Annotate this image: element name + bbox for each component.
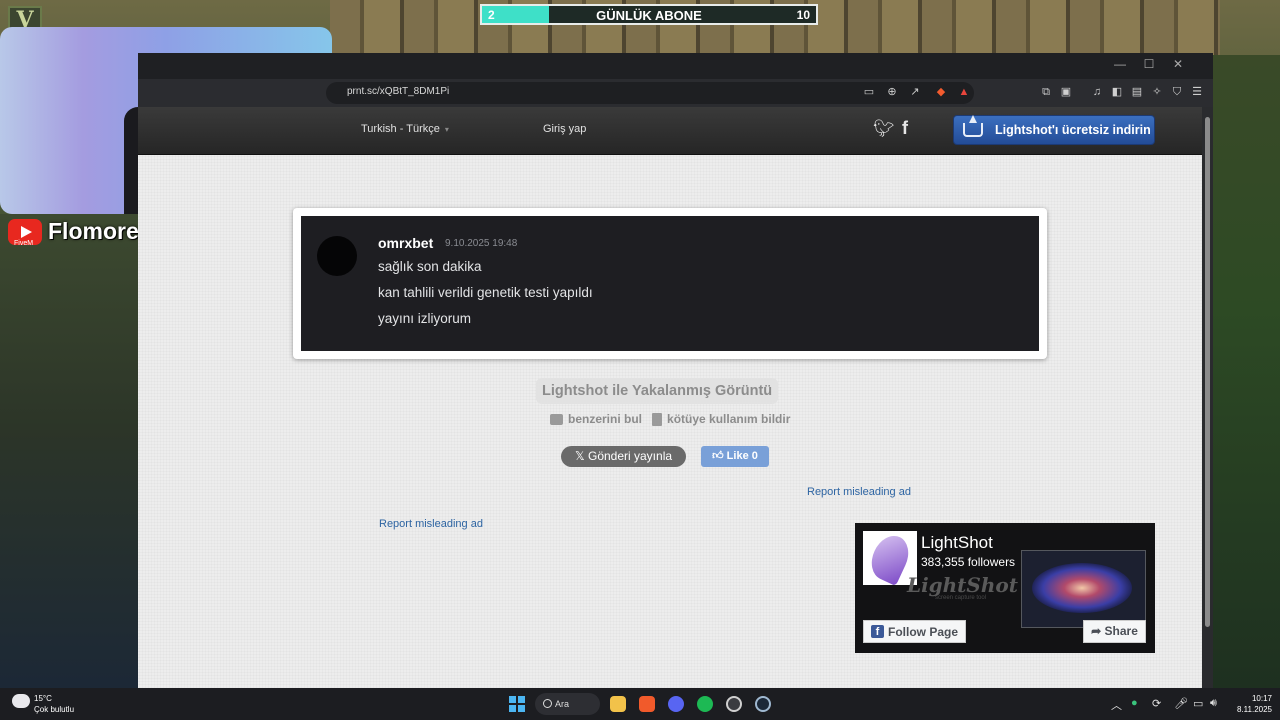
- network-icon[interactable]: ▭: [1193, 697, 1203, 710]
- like-count: 0: [751, 450, 758, 462]
- cast-icon[interactable]: ▭: [861, 85, 877, 99]
- channel-name: Flomore: [48, 218, 139, 244]
- follow-page-button[interactable]: f Follow Page: [863, 620, 966, 643]
- message-username: omrxbet: [378, 235, 434, 251]
- chevron-down-icon: ▾: [444, 125, 449, 134]
- message-timestamp: 9.10.2025 19:48: [445, 238, 518, 249]
- close-icon[interactable]: ✕: [1168, 57, 1188, 71]
- image-caption: Lightshot ile Yakalanmış Görüntü: [536, 378, 779, 404]
- app-icon[interactable]: [726, 696, 742, 712]
- download-button[interactable]: Lightshot'ı ücretsiz indirin: [953, 115, 1155, 145]
- share-arrow-icon: ➦: [1091, 624, 1105, 638]
- login-link[interactable]: Giriş yap: [543, 123, 586, 135]
- vpn-icon[interactable]: ⛉: [1169, 85, 1185, 99]
- message-line: yayını izliyorum: [378, 311, 472, 326]
- report-ad-link[interactable]: Report misleading ad: [807, 486, 911, 498]
- x-icon: 𝕏: [574, 449, 588, 463]
- facebook-icon[interactable]: f: [902, 118, 908, 139]
- extensions-icon[interactable]: ⧉: [1038, 85, 1054, 99]
- menu-icon[interactable]: ☰: [1189, 85, 1205, 99]
- thumbs-up-icon: 👍︎: [712, 450, 727, 462]
- windows-start-icon[interactable]: [509, 696, 525, 712]
- sidebar-icon[interactable]: ◧: [1109, 85, 1125, 99]
- site-header: Turkish - Türkçe ▾ Giriş yap 🐦︎ f Lightsh…: [138, 107, 1202, 155]
- facebook-icon: f: [871, 625, 884, 638]
- volume-icon[interactable]: 🔊︎: [1210, 697, 1217, 710]
- report-abuse-link[interactable]: kötüye kullanım bildir: [667, 412, 790, 426]
- fb-followers: 383,355 followers: [921, 555, 1016, 569]
- report-icon: [652, 412, 663, 426]
- clock-time[interactable]: 10:17: [1232, 694, 1272, 703]
- screenshot-frame: omrxbet 9.10.2025 19:48 sağlık son dakik…: [293, 208, 1047, 359]
- avatar: [317, 236, 357, 276]
- fb-brand-tagline: screen capture tool: [935, 595, 987, 601]
- file-explorer-icon[interactable]: [610, 696, 626, 712]
- language-label: Turkish - Türkçe: [361, 123, 440, 135]
- report-ad-link[interactable]: Report misleading ad: [379, 518, 483, 530]
- taskbar: 15°C Çok bulutlu Ara ︿ ● ⟳ 🎤︎ ▭ 🔊︎ 10:17…: [0, 688, 1280, 720]
- brave-rewards-icon[interactable]: ▲: [956, 85, 972, 99]
- camera-icon: [550, 413, 563, 425]
- fb-cover-preview: [1021, 550, 1146, 628]
- search-icon: [543, 699, 552, 708]
- page-content: omrxbet 9.10.2025 19:48 sağlık son dakik…: [138, 155, 1202, 689]
- sync-icon[interactable]: ⟳: [1152, 697, 1161, 710]
- music-icon[interactable]: ♫: [1089, 85, 1105, 99]
- scrollbar[interactable]: [1202, 107, 1213, 689]
- subscriber-goal-bar: 2 GÜNLÜK ABONE 10: [480, 4, 818, 25]
- browser-window: — ☐ ✕ prnt.sc/xQBtT_8DM1Pi ▭ ⊕ ↗ ◆ ▲ ⧉ ▣…: [138, 53, 1213, 689]
- follow-label: Follow Page: [888, 624, 959, 639]
- scroll-thumb[interactable]: [1205, 117, 1210, 627]
- minimize-icon[interactable]: —: [1110, 57, 1130, 71]
- language-select[interactable]: Turkish - Türkçe ▾: [361, 123, 449, 135]
- leo-ai-icon[interactable]: ✧: [1149, 85, 1165, 99]
- share-label: Share: [1104, 624, 1138, 638]
- discord-icon[interactable]: [668, 696, 684, 712]
- like-button[interactable]: 👍︎ Like 0: [701, 446, 769, 467]
- image-actions: benzerini bul kötüye kullanım bildir: [550, 412, 790, 426]
- taskbar-search[interactable]: Ara: [535, 693, 600, 715]
- screenshot-ext-icon[interactable]: ▣: [1058, 85, 1074, 99]
- download-icon: [963, 115, 983, 137]
- weather-temperature[interactable]: 15°C: [34, 694, 52, 703]
- brave-browser-icon[interactable]: [639, 696, 655, 712]
- maximize-icon[interactable]: ☐: [1139, 57, 1159, 71]
- wallet-icon[interactable]: ▤: [1129, 85, 1145, 99]
- weather-description[interactable]: Çok bulutlu: [34, 705, 74, 714]
- subscriber-goal-title: GÜNLÜK ABONE: [596, 8, 702, 23]
- game-scene-left: [0, 214, 138, 688]
- twitter-icon[interactable]: 🐦︎: [873, 119, 895, 139]
- game-scene-right: [1212, 55, 1280, 688]
- url-text[interactable]: prnt.sc/xQBtT_8DM1Pi: [347, 86, 449, 97]
- zoom-icon[interactable]: ⊕: [884, 85, 900, 99]
- message-line: kan tahlili verildi genetik testi yapıld…: [378, 285, 593, 300]
- fb-brand-logo: LightShot: [907, 573, 1018, 597]
- search-label: Ara: [555, 699, 570, 709]
- share-icon[interactable]: ↗: [907, 85, 923, 99]
- message-line: sağlık son dakika: [378, 259, 482, 274]
- tweet-button[interactable]: 𝕏 Gönderi yayınla: [561, 446, 686, 467]
- cloud-icon[interactable]: [12, 694, 30, 708]
- subscriber-target: 10: [796, 8, 810, 22]
- share-button[interactable]: ➦ Share: [1083, 620, 1146, 643]
- find-similar-link[interactable]: benzerini bul: [568, 412, 642, 426]
- app-tray-icon[interactable]: ●: [1131, 697, 1138, 709]
- channel-subtitle: FiveM: [14, 240, 34, 247]
- download-label: Lightshot'ı ücretsiz indirin: [995, 123, 1151, 137]
- screenshot-image[interactable]: omrxbet 9.10.2025 19:48 sağlık son dakik…: [301, 216, 1039, 351]
- clock-date[interactable]: 8.11.2025: [1232, 705, 1272, 714]
- spotify-icon[interactable]: [697, 696, 713, 712]
- like-label: Like: [726, 450, 749, 462]
- microphone-icon[interactable]: 🎤︎: [1174, 697, 1188, 710]
- fb-page-title[interactable]: LightShot: [921, 533, 993, 553]
- galaxy-image: [1032, 563, 1132, 613]
- tweet-label: Gönderi yayınla: [587, 449, 673, 463]
- address-bar: prnt.sc/xQBtT_8DM1Pi ▭ ⊕ ↗ ◆ ▲ ⧉ ▣ ♫ ◧ ▤…: [138, 79, 1213, 107]
- brave-shield-icon[interactable]: ◆: [933, 85, 949, 99]
- chevron-up-icon[interactable]: ︿: [1111, 697, 1122, 713]
- browser-titlebar: — ☐ ✕: [138, 53, 1213, 79]
- facebook-page-widget[interactable]: LightShot 383,355 followers LightShot sc…: [855, 523, 1155, 653]
- steam-icon[interactable]: [755, 696, 771, 712]
